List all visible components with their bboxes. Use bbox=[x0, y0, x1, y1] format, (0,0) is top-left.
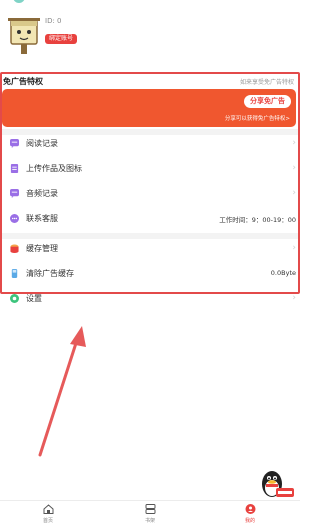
home-icon bbox=[43, 504, 53, 514]
tab-label: 我的 bbox=[244, 518, 255, 524]
annotation-arrow-icon bbox=[38, 326, 86, 457]
tab-label: 首页 bbox=[42, 518, 53, 524]
tab-label: 书架 bbox=[144, 518, 155, 524]
tab-profile[interactable]: 我的 bbox=[230, 504, 270, 524]
tab-bookshelf[interactable]: 书架 bbox=[130, 504, 170, 524]
bottom-tab-bar: 首页 书架 我的 bbox=[0, 500, 300, 529]
bookshelf-icon bbox=[145, 504, 155, 514]
tab-home[interactable]: 首页 bbox=[28, 504, 68, 524]
profile-icon bbox=[245, 504, 255, 514]
qq-support-icon[interactable] bbox=[258, 468, 296, 502]
